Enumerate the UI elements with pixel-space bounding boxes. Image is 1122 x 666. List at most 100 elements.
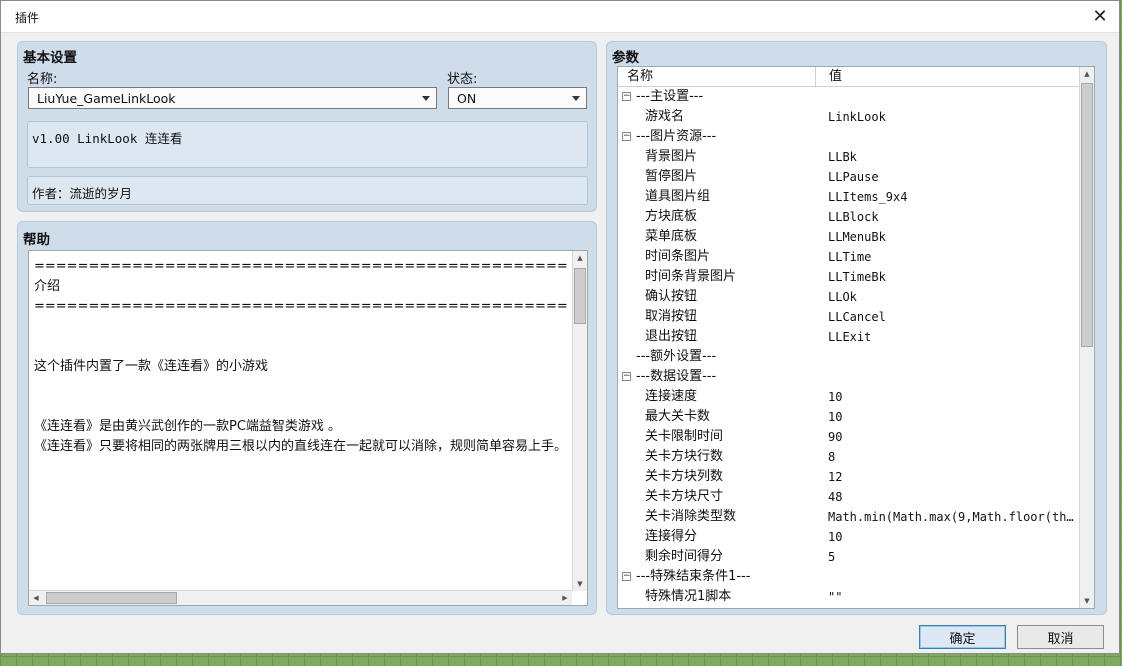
param-value[interactable]: LLOk [828,287,1076,307]
param-value[interactable]: 48 [828,487,1076,507]
param-row[interactable]: 方块底板 LLBlock [618,207,1079,227]
cancel-button[interactable]: 取消 [1017,625,1104,649]
ok-button[interactable]: 确定 [919,625,1006,649]
param-value[interactable]: 90 [828,427,1076,447]
param-group-row[interactable]: − ---特殊结束条件1--- [618,567,1079,587]
param-row[interactable]: 特殊情况1脚本 "" [618,587,1079,607]
help-content: ========================================… [34,257,567,585]
params-rows: − ---主设置--- 游戏名 LinkLook − ---图片资源--- 背景图片 LLBk… [618,87,1079,607]
close-icon[interactable]: ✕ [1087,4,1113,28]
param-name: 连接速度 [645,389,698,404]
help-text-area[interactable]: ========================================… [28,250,588,606]
help-vertical-scrollbar[interactable]: ▲ ▼ [572,251,587,591]
collapse-icon[interactable]: − [622,372,631,381]
param-value[interactable]: 5 [828,547,1076,567]
column-header-value[interactable]: 值 [817,67,1079,86]
scroll-down-icon[interactable]: ▼ [573,577,587,591]
scroll-left-icon[interactable]: ◀ [29,591,43,605]
scroll-down-icon[interactable]: ▼ [1080,594,1094,608]
scroll-thumb-horizontal[interactable] [46,592,177,604]
param-row[interactable]: 暂停图片 LLPause [618,167,1079,187]
param-row[interactable]: 剩余时间得分 5 [618,547,1079,567]
status-select[interactable]: ON [448,87,587,109]
param-row[interactable]: 关卡限制时间 90 [618,427,1079,447]
param-value[interactable]: 10 [828,387,1076,407]
param-value[interactable]: 10 [828,527,1076,547]
param-value[interactable]: Math.min(Math.max(9,Math.floor(this.stag… [828,507,1076,527]
collapse-icon[interactable]: − [622,572,631,581]
help-line [34,377,567,397]
param-name: ---数据设置--- [636,369,717,384]
param-value[interactable]: LLItems_9x4 [828,187,1076,207]
param-name: 取消按钮 [645,309,698,324]
scroll-right-icon[interactable]: ▶ [558,591,572,605]
column-header-name[interactable]: 名称 [618,67,816,86]
param-group-row[interactable]: ---额外设置--- [618,347,1079,367]
help-horizontal-scrollbar[interactable]: ◀ ▶ [29,590,572,605]
param-row[interactable]: 关卡方块行数 8 [618,447,1079,467]
param-row[interactable]: 背景图片 LLBk [618,147,1079,167]
basic-settings-title: 基本设置 [23,50,77,66]
collapse-icon[interactable]: − [622,92,631,101]
help-title: 帮助 [23,232,50,248]
param-group-row[interactable]: − ---数据设置--- [618,367,1079,387]
status-select-value: ON [457,91,477,106]
param-row[interactable]: 确认按钮 LLOk [618,287,1079,307]
help-line [34,337,567,357]
param-name: 时间条背景图片 [645,269,737,284]
param-group-row[interactable]: − ---图片资源--- [618,127,1079,147]
param-value[interactable]: LLPause [828,167,1076,187]
param-row[interactable]: 取消按钮 LLCancel [618,307,1079,327]
param-value[interactable]: 12 [828,467,1076,487]
param-row[interactable]: 退出按钮 LLExit [618,327,1079,347]
basic-settings-group: 基本设置 名称: LiuYue_GameLinkLook 状态: ON v1.0… [17,41,597,212]
param-name: 关卡方块行数 [645,449,724,464]
param-value[interactable]: LinkLook [828,107,1076,127]
param-row[interactable]: 关卡方块列数 12 [618,467,1079,487]
param-row[interactable]: 关卡方块尺寸 48 [618,487,1079,507]
param-value[interactable]: LLTimeBk [828,267,1076,287]
status-label: 状态: [447,72,478,87]
name-select[interactable]: LiuYue_GameLinkLook [28,87,437,109]
param-row[interactable]: 时间条背景图片 LLTimeBk [618,267,1079,287]
param-value[interactable]: 10 [828,407,1076,427]
param-name: 剩余时间得分 [645,549,724,564]
param-value[interactable]: LLCancel [828,307,1076,327]
param-group-row[interactable]: − ---主设置--- [618,87,1079,107]
param-name: 菜单底板 [645,229,698,244]
param-row[interactable]: 游戏名 LinkLook [618,107,1079,127]
help-line: 《连连看》是由黄兴武创作的一款PC端益智类游戏 。 [34,419,342,434]
author-box: 作者：流逝的岁月 [27,176,588,205]
param-value[interactable]: 8 [828,447,1076,467]
param-value[interactable]: "" [828,587,1076,607]
param-value[interactable]: LLTime [828,247,1076,267]
param-value[interactable]: LLBk [828,147,1076,167]
param-row[interactable]: 时间条图片 LLTime [618,247,1079,267]
chevron-down-icon [422,96,430,101]
param-name: 特殊情况1脚本 [645,589,732,604]
params-grid[interactable]: 名称 值 − ---主设置--- 游戏名 LinkLook − ---图片资源--- 背景图… [617,66,1095,609]
param-value[interactable]: LLMenuBk [828,227,1076,247]
param-value[interactable]: LLBlock [828,207,1076,227]
param-row[interactable]: 道具图片组 LLItems_9x4 [618,187,1079,207]
params-vertical-scrollbar[interactable]: ▲ ▼ [1079,67,1094,608]
param-value[interactable]: LLExit [828,327,1076,347]
name-select-value: LiuYue_GameLinkLook [37,91,176,106]
param-row[interactable]: 关卡消除类型数 Math.min(Math.max(9,Math.floor(th… [618,507,1079,527]
param-row[interactable]: 连接得分 10 [618,527,1079,547]
scroll-up-icon[interactable]: ▲ [573,251,587,265]
scroll-thumb[interactable] [1081,83,1093,347]
param-row[interactable]: 最大关卡数 10 [618,407,1079,427]
collapse-icon[interactable]: − [622,132,631,141]
scroll-up-icon[interactable]: ▲ [1080,67,1094,81]
param-name: 方块底板 [645,209,698,224]
param-row[interactable]: 连接速度 10 [618,387,1079,407]
param-name: 时间条图片 [645,249,711,264]
plugin-dialog: 插件 ✕ 基本设置 名称: LiuYue_GameLinkLook 状态: ON… [0,0,1120,654]
scroll-thumb[interactable] [574,268,586,324]
param-name: ---特殊结束条件1--- [636,569,751,584]
description-box: v1.00 LinkLook 连连看 [27,121,588,168]
help-line: 这个插件内置了一款《连连看》的小游戏 [34,359,269,374]
param-row[interactable]: 菜单底板 LLMenuBk [618,227,1079,247]
param-name: 最大关卡数 [645,409,711,424]
